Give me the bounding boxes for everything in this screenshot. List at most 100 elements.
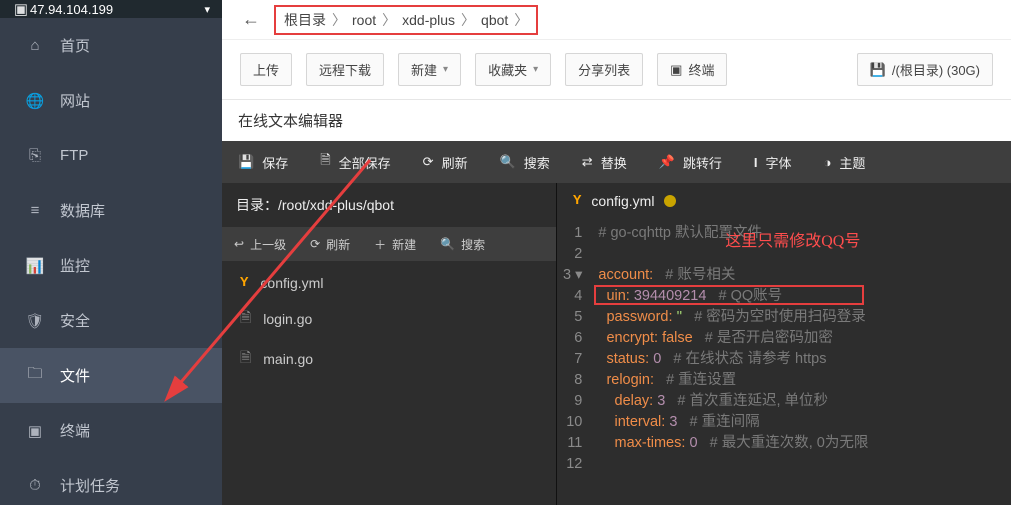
sidebar-item-ftp[interactable]: ⎘FTP: [0, 128, 222, 183]
breadcrumb-segment[interactable]: root: [352, 12, 376, 28]
save-all-button[interactable]: 🗎全部保存: [304, 141, 406, 183]
sidebar-item-db[interactable]: ≡ 数据库: [0, 183, 222, 238]
theme-icon: ◑: [824, 155, 832, 170]
search-button[interactable]: 🔍搜索: [484, 141, 566, 183]
pin-icon: 📌: [659, 154, 675, 170]
search-icon: 🔍: [500, 154, 516, 170]
breadcrumb-segment[interactable]: 根目录: [284, 10, 326, 30]
refresh-icon: ⟳: [423, 154, 434, 170]
code-line[interactable]: status: 0 # 在线状态 请参考 https: [598, 349, 868, 370]
terminal-icon: ▣: [26, 422, 44, 440]
chevron-right-icon: 〉: [332, 10, 346, 30]
chevron-right-icon: 〉: [382, 10, 396, 30]
sidebar-item-terminal[interactable]: ▣ 终端: [0, 403, 222, 458]
remote-download-button[interactable]: 远程下载: [306, 53, 384, 86]
file-name: main.go: [263, 351, 313, 367]
sidebar-item-label: 首页: [60, 35, 90, 56]
code-line[interactable]: relogin: # 重连设置: [598, 370, 868, 391]
chevron-down-icon: ▾: [443, 64, 448, 75]
sidebar-item-label: 网站: [60, 90, 90, 111]
sidebar-item-shield[interactable]: 🛡 安全: [0, 293, 222, 348]
file-row[interactable]: Yconfig.yml: [222, 267, 556, 299]
share-list-button[interactable]: 分享列表: [565, 53, 643, 86]
tree-search-button[interactable]: 🔍搜索: [428, 227, 497, 261]
server-icon: ▣: [12, 0, 30, 18]
dirty-indicator-icon: [664, 195, 676, 207]
sidebar-item-label: 监控: [60, 255, 90, 276]
annotation-text: 这里只需修改QQ号: [725, 231, 860, 252]
disk-icon: 💾: [870, 62, 886, 78]
sidebar: ▣ 47.94.104.199 ▾ ⌂ 首页 🌐网站⎘FTP ≡ 数据库 📊 监控 🛡 安全 🗀 文…: [0, 0, 222, 505]
upload-button[interactable]: 上传: [240, 53, 292, 86]
shield-icon: 🛡: [26, 312, 44, 330]
code-line[interactable]: uin: 394409214 # QQ账号: [598, 286, 868, 307]
code-line[interactable]: [598, 454, 868, 475]
breadcrumb-bar: ← 根目录 〉 root 〉 xdd-plus 〉 qbot 〉: [222, 0, 1011, 40]
file-tree-toolbar: ↩上一级 ⟳刷新 ＋新建 🔍搜索: [222, 227, 556, 261]
file-icon: 🗎: [240, 307, 251, 331]
server-header[interactable]: ▣ 47.94.104.199 ▾: [0, 0, 222, 18]
tab-config[interactable]: Y config.yml: [557, 183, 692, 219]
chevron-right-icon: 〉: [514, 10, 528, 30]
goto-line-button[interactable]: 📌跳转行: [643, 141, 738, 183]
breadcrumb[interactable]: 根目录 〉 root 〉 xdd-plus 〉 qbot 〉: [274, 5, 538, 35]
search-icon: 🔍: [440, 237, 455, 251]
code-line[interactable]: delay: 3 # 首次重连延迟, 单位秒: [598, 391, 868, 412]
terminal-icon: ▣: [670, 62, 682, 78]
save-all-icon: 🗎: [320, 151, 330, 173]
sidebar-item-label: 文件: [60, 365, 90, 386]
file-row[interactable]: 🗎 main.go: [222, 339, 556, 379]
task-icon: ⏱: [26, 477, 44, 495]
theme-button[interactable]: ◑主题: [808, 141, 882, 183]
up-dir-button[interactable]: ↩上一级: [222, 227, 298, 261]
save-icon: 💾: [238, 154, 254, 170]
sidebar-item-folder[interactable]: 🗀 文件: [0, 348, 222, 403]
refresh-button[interactable]: ⟳刷新: [407, 141, 484, 183]
sidebar-item-globe[interactable]: 🌐网站: [0, 73, 222, 128]
chevron-down-icon: ▾: [204, 3, 210, 16]
folder-icon: 🗀: [26, 367, 44, 385]
file-row[interactable]: 🗎login.go: [222, 299, 556, 339]
sidebar-item-home[interactable]: ⌂ 首页: [0, 18, 222, 73]
sidebar-item-label: 终端: [60, 420, 90, 441]
server-ip: 47.94.104.199: [30, 2, 113, 17]
file-tree-panel: 目录：/root/xdd-plus/qbot ↩上一级 ⟳刷新 ＋新建 🔍搜索 …: [222, 183, 557, 505]
yaml-icon: Y: [240, 275, 248, 291]
font-button[interactable]: I字体: [738, 141, 808, 183]
editor-toolbar: 💾保存 🗎全部保存 ⟳刷新 🔍搜索 ⇄替换 📌跳转行 I字体 ◑主题: [222, 141, 1011, 183]
disk-selector-button[interactable]: 💾/(根目录) (30G): [857, 53, 993, 86]
arrow-up-icon: ↩: [234, 237, 244, 251]
db-icon: ≡: [26, 202, 44, 220]
home-icon: ⌂: [26, 37, 44, 55]
font-icon: I: [754, 155, 758, 170]
monitor-icon: 📊: [26, 257, 44, 275]
code-line[interactable]: encrypt: false # 是否开启密码加密: [598, 328, 868, 349]
breadcrumb-segment[interactable]: qbot: [481, 12, 508, 28]
sidebar-item-label: 安全: [60, 310, 90, 331]
code-line[interactable]: password: '' # 密码为空时使用扫码登录: [598, 307, 868, 328]
code-editor: Y config.yml 123 ▾456789101112 这里只需修改QQ号…: [557, 183, 1011, 505]
tree-new-button[interactable]: ＋新建: [362, 227, 428, 261]
breadcrumb-segment[interactable]: xdd-plus: [402, 12, 455, 28]
main-panel: ← 根目录 〉 root 〉 xdd-plus 〉 qbot 〉 上传 远程下载…: [222, 0, 1011, 505]
ftp-icon: ⎘: [26, 147, 44, 165]
code-body[interactable]: 123 ▾456789101112 这里只需修改QQ号 # go-cqhttp …: [557, 219, 1011, 505]
sidebar-item-monitor[interactable]: 📊 监控: [0, 238, 222, 293]
replace-button[interactable]: ⇄替换: [566, 141, 643, 183]
back-icon[interactable]: ←: [234, 5, 268, 34]
code-line[interactable]: interval: 3 # 重连间隔: [598, 412, 868, 433]
file-icon: 🗎: [240, 347, 251, 371]
sidebar-item-label: 数据库: [60, 200, 105, 221]
tab-bar: Y config.yml: [557, 183, 1011, 219]
file-toolbar: 上传 远程下载 新建▾ 收藏夹▾ 分享列表 ▣终端 💾/(根目录) (30G): [222, 40, 1011, 100]
current-directory: 目录：/root/xdd-plus/qbot: [222, 183, 556, 227]
chevron-right-icon: 〉: [461, 10, 475, 30]
file-list: Yconfig.yml🗎login.go🗎main.go: [222, 261, 556, 505]
code-line[interactable]: account: # 账号相关: [598, 265, 868, 286]
save-button[interactable]: 💾保存: [222, 141, 304, 183]
tree-refresh-button[interactable]: ⟳刷新: [298, 227, 362, 261]
code-line[interactable]: max-times: 0 # 最大重连次数, 0为无限: [598, 433, 868, 454]
terminal-button[interactable]: ▣终端: [657, 53, 727, 86]
new-button[interactable]: 新建▾: [398, 53, 461, 86]
favorites-button[interactable]: 收藏夹▾: [475, 53, 551, 86]
